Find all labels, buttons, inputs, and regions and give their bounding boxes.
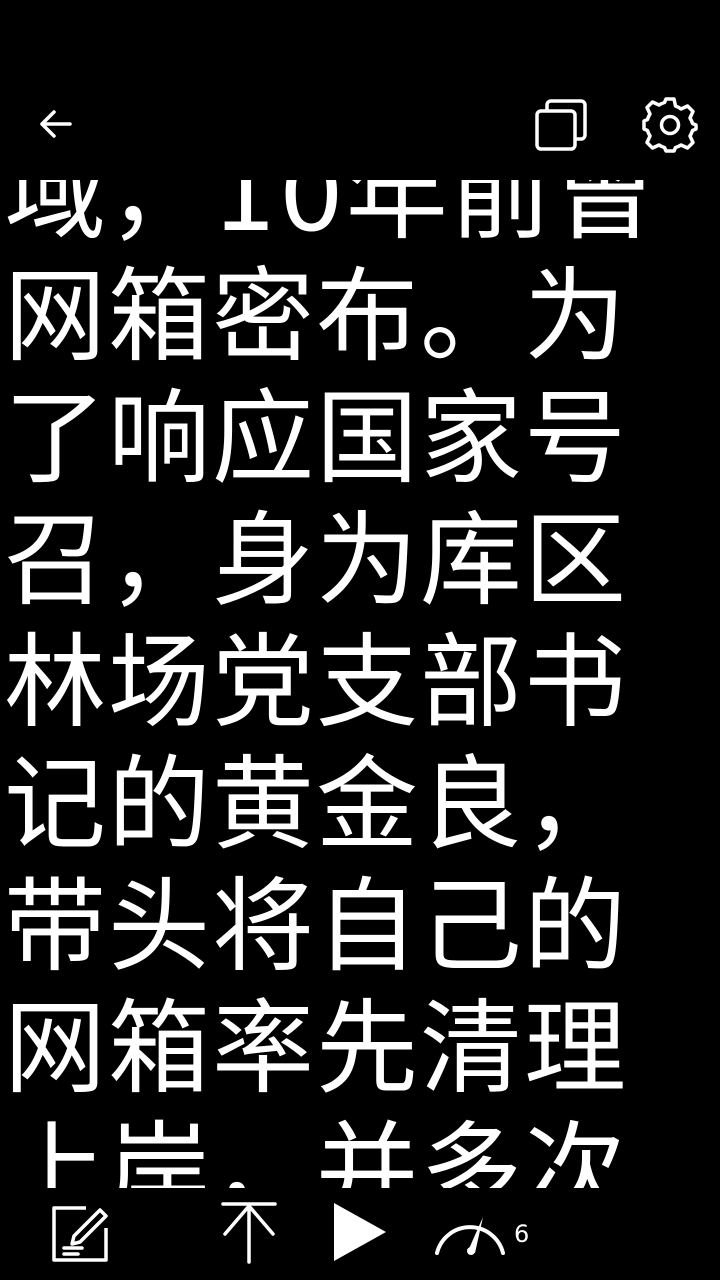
text-line: 上岸，并多次 xyxy=(4,1112,628,1188)
gear-icon xyxy=(642,97,698,153)
reader-content[interactable]: 域，10年前曾 网箱密布。为 了响应国家号 召，身为库区 林场党支部书 记的黄金… xyxy=(0,180,720,1188)
speed-button[interactable] xyxy=(428,1198,512,1264)
copy-icon xyxy=(535,99,587,151)
edit-button[interactable] xyxy=(44,1198,116,1270)
text-line: 域，10年前曾 xyxy=(4,180,658,255)
top-toolbar xyxy=(0,0,720,180)
text-line: 网箱率先清理 xyxy=(4,990,628,1109)
bottom-toolbar xyxy=(0,1188,720,1280)
speed-value: 6 xyxy=(514,1220,530,1248)
back-button[interactable] xyxy=(24,96,88,152)
copy-button[interactable] xyxy=(528,92,594,158)
scroll-to-top-icon xyxy=(221,1202,277,1264)
text-line: 召，身为库区 xyxy=(4,502,628,621)
edit-note-icon xyxy=(52,1206,108,1262)
text-line: 林场党支部书 xyxy=(4,624,628,743)
scroll-to-top-button[interactable] xyxy=(212,1196,286,1268)
text-line: 了响应国家号 xyxy=(4,380,628,499)
text-lines: 域，10年前曾 网箱密布。为 了响应国家号 召，身为库区 林场党支部书 记的黄金… xyxy=(4,180,716,1188)
settings-button[interactable] xyxy=(634,92,706,158)
text-line: 带头将自己的 xyxy=(4,868,628,987)
text-line: 记的黄金良， xyxy=(4,746,628,865)
speedometer-icon xyxy=(435,1217,505,1255)
text-line: 网箱密布。为 xyxy=(4,258,628,377)
arrow-left-icon xyxy=(40,110,72,138)
play-button[interactable] xyxy=(326,1196,394,1268)
play-icon xyxy=(334,1203,386,1261)
